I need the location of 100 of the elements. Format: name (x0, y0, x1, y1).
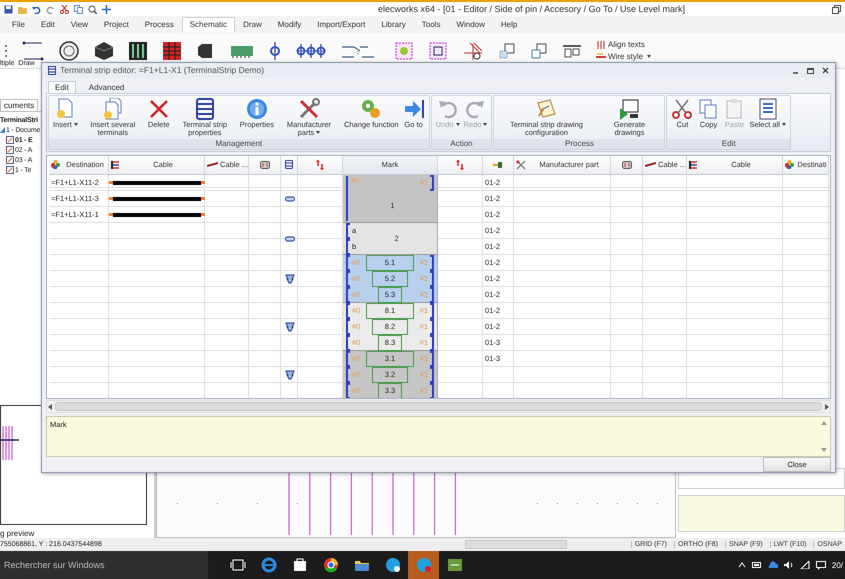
level-terminal-icon (284, 370, 294, 380)
scroll-right-icon[interactable] (824, 404, 830, 410)
arrows-icon (316, 160, 324, 170)
menu-item[interactable]: Window (448, 17, 493, 32)
message-icon[interactable] (816, 560, 826, 570)
menu-item[interactable]: Tools (414, 17, 448, 32)
browser-icon[interactable] (322, 557, 338, 573)
level-terminal-icon (284, 274, 294, 284)
window-icon[interactable] (498, 42, 516, 60)
battery-icon[interactable] (752, 561, 762, 569)
terminal-block-icon (260, 160, 270, 169)
chat-icon[interactable] (384, 557, 400, 573)
bracket-icon (430, 174, 434, 191)
dialog-title: Terminal strip editor: =F1+L1-X1 (TerminalStrip Demo) (60, 65, 266, 76)
undo-icon[interactable] (32, 4, 41, 14)
store-icon[interactable] (292, 557, 308, 573)
ribbon-command[interactable]: Align texts (596, 40, 652, 49)
menu-item[interactable]: File (4, 17, 33, 32)
copy-icon (697, 98, 720, 120)
volume-icon[interactable] (784, 561, 794, 569)
list-icon (756, 98, 779, 120)
wire-icon (645, 162, 656, 168)
cross-icon (148, 98, 170, 120)
window-icon[interactable] (530, 42, 548, 60)
info-icon (246, 98, 268, 120)
caret-icon (782, 123, 786, 126)
level-terminal-icon (284, 322, 294, 332)
app-icon[interactable] (446, 557, 462, 573)
wifi-icon[interactable] (800, 561, 810, 569)
motor-icon[interactable] (58, 40, 80, 62)
maximize-icon[interactable] (807, 66, 814, 74)
dots-icon[interactable] (4, 44, 8, 58)
align-icon (596, 40, 606, 48)
document-icon (6, 156, 14, 164)
close-icon[interactable] (822, 66, 829, 74)
menu-item[interactable]: Process (136, 17, 182, 32)
wiring-drawing (1, 426, 19, 460)
move-icon[interactable] (462, 40, 484, 60)
document-icon (6, 146, 14, 154)
horizontal-scrollbar[interactable] (46, 400, 831, 414)
scissors-icon[interactable] (60, 4, 69, 14)
clock-text: 20/ (832, 560, 843, 570)
cloud-icon[interactable] (768, 561, 778, 569)
terminal-icon (284, 196, 294, 202)
redo-icon[interactable] (46, 4, 55, 14)
align-icon[interactable] (562, 42, 582, 58)
document-icon (6, 136, 14, 144)
ribbon-command[interactable]: Wire style (596, 52, 652, 61)
diamond-icon (785, 160, 794, 170)
drawing-icon (535, 98, 558, 120)
caret-icon (74, 123, 78, 126)
menu-item[interactable]: Help (492, 17, 526, 32)
circuit-board-icon[interactable] (230, 44, 254, 58)
save-icon[interactable] (4, 4, 13, 14)
cabinet-icon[interactable] (128, 40, 148, 60)
caret-icon (456, 123, 460, 126)
gears-icon (360, 98, 382, 120)
tools-icon (298, 98, 320, 120)
tools-icon (516, 160, 526, 170)
restore-icon[interactable] (832, 4, 841, 14)
wire-icon (596, 52, 606, 60)
terminal-icon[interactable] (268, 40, 282, 60)
menu-item[interactable]: Edit (32, 17, 63, 32)
copy-icon[interactable] (74, 4, 83, 14)
menu-item[interactable]: Import/Export (309, 17, 374, 32)
window-title: elecworks x64 - [01 - Editor / Side of pin / Accesory / Go To / Use Level mark] (377, 4, 686, 14)
panel-tab[interactable]: cuments (0, 99, 38, 111)
search-field[interactable]: Rechercher sur Windows (0, 551, 208, 579)
search-icon[interactable] (88, 4, 97, 14)
chevron-icon[interactable] (738, 561, 746, 569)
menu-item[interactable]: View (62, 17, 96, 32)
terminal-block-icon (622, 160, 632, 169)
task-view-icon[interactable] (230, 557, 246, 573)
preview-label: g preview (0, 529, 36, 538)
arrow-icon (402, 98, 425, 120)
scroll-down-icon[interactable] (821, 448, 827, 453)
cable-icon (111, 160, 120, 170)
symbol-icon[interactable] (428, 40, 448, 60)
tab[interactable]: Advanced (82, 80, 132, 93)
menu-item[interactable]: Library (373, 17, 414, 32)
menu-item[interactable]: Project (96, 17, 137, 32)
scissors-icon (671, 98, 694, 120)
menu-item[interactable]: Schematic (182, 17, 236, 32)
triangle-icon (0, 127, 5, 133)
scroll-left-icon[interactable] (47, 404, 53, 410)
menu-item[interactable]: Draw (235, 17, 270, 32)
grid-icon[interactable] (162, 40, 182, 60)
plug-icon (493, 160, 503, 169)
diamond-icon (51, 160, 60, 170)
menu-item[interactable]: Modify (270, 17, 310, 32)
stack-icon (194, 98, 216, 120)
insert-documents-icon (102, 98, 124, 120)
arrows-icon (456, 160, 464, 170)
group-label: Action (432, 138, 492, 149)
scroll-up-icon[interactable] (821, 420, 827, 426)
cube-icon[interactable] (94, 40, 114, 60)
terminal-icon (284, 236, 294, 242)
stack-icon (285, 160, 293, 170)
tab[interactable]: Edit (48, 80, 76, 93)
document-icon (6, 166, 14, 174)
